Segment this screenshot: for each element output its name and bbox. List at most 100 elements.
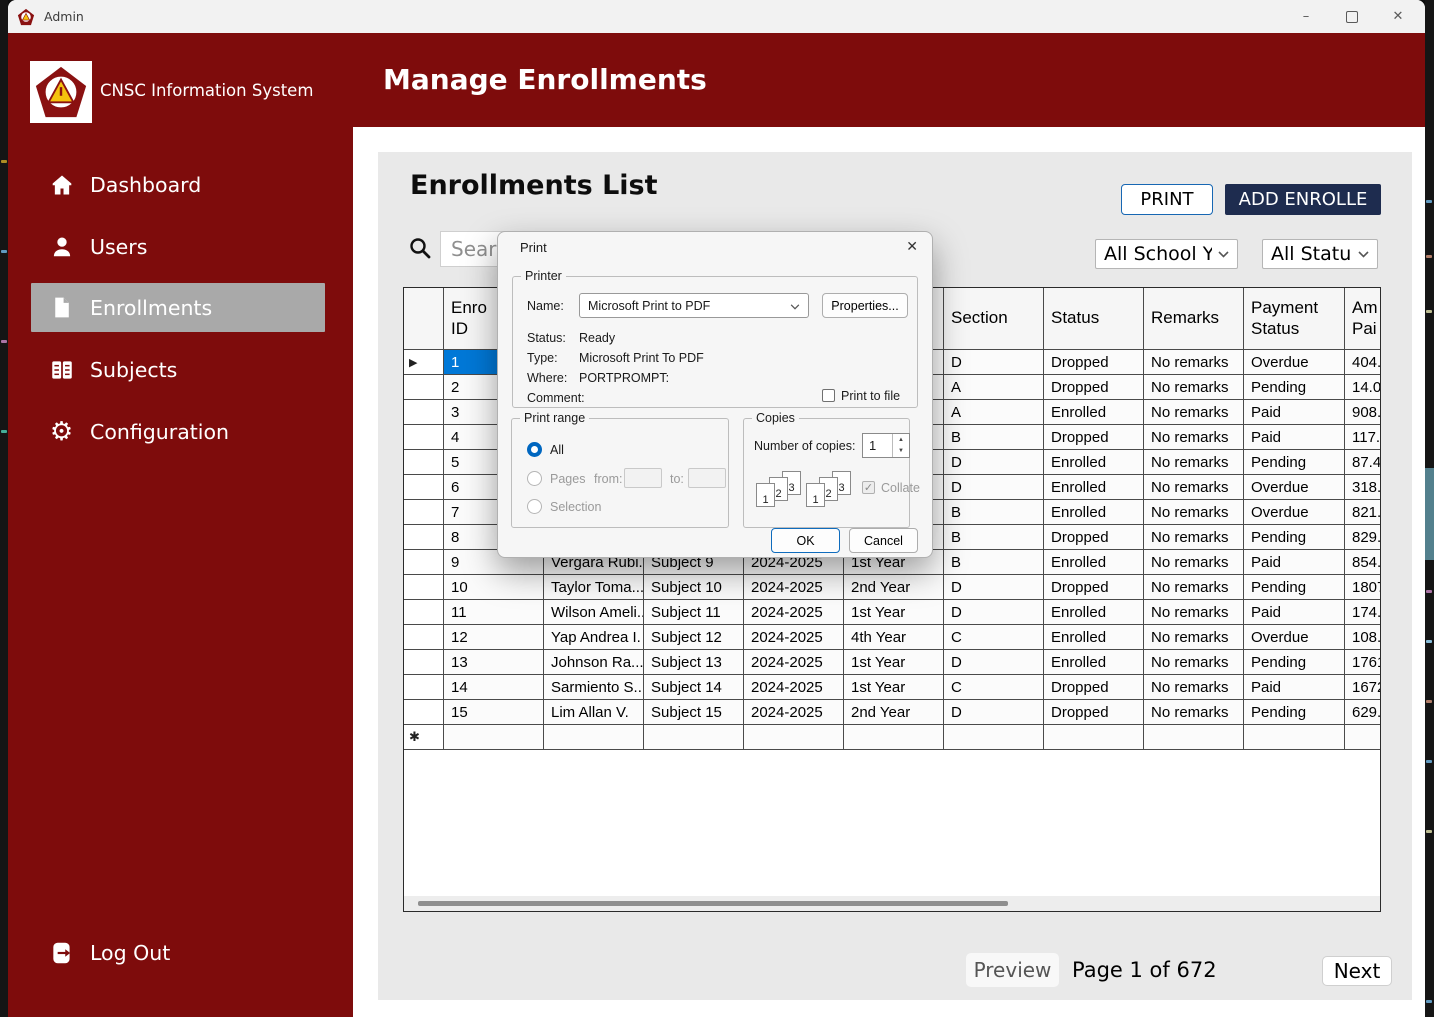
- table-cell[interactable]: Paid: [1244, 675, 1345, 700]
- table-cell[interactable]: 10: [444, 575, 544, 600]
- dialog-close-icon[interactable]: ✕: [906, 238, 918, 255]
- row-header[interactable]: [404, 650, 444, 675]
- table-cell[interactable]: Subject 13: [644, 650, 744, 675]
- table-cell[interactable]: Dropped: [1044, 525, 1144, 550]
- print-to-file-checkbox[interactable]: [822, 389, 835, 402]
- table-cell[interactable]: Wilson Ameli...: [544, 600, 644, 625]
- table-cell[interactable]: No remarks: [1144, 450, 1244, 475]
- table-cell[interactable]: 1672: [1345, 675, 1380, 700]
- table-cell[interactable]: No remarks: [1144, 625, 1244, 650]
- table-cell[interactable]: 13: [444, 650, 544, 675]
- table-cell[interactable]: No remarks: [1144, 525, 1244, 550]
- table-cell[interactable]: Dropped: [1044, 575, 1144, 600]
- table-cell[interactable]: Taylor Toma...: [544, 575, 644, 600]
- table-cell[interactable]: 15: [444, 700, 544, 725]
- table-cell[interactable]: Dropped: [1044, 350, 1144, 375]
- table-cell[interactable]: Overdue: [1244, 500, 1345, 525]
- table-cell[interactable]: Pending: [1244, 450, 1345, 475]
- ok-button[interactable]: OK: [771, 528, 840, 553]
- table-cell[interactable]: Dropped: [1044, 375, 1144, 400]
- table-cell[interactable]: [1044, 725, 1144, 750]
- table-cell[interactable]: 4th Year: [844, 625, 944, 650]
- table-cell[interactable]: Pending: [1244, 700, 1345, 725]
- table-cell[interactable]: 2024-2025: [744, 600, 844, 625]
- printer-name-select[interactable]: Microsoft Print to PDF: [579, 293, 809, 318]
- collate-checkbox[interactable]: ✓: [862, 481, 875, 494]
- table-row[interactable]: 14 Sarmiento S... Subject 14 2024-2025 1st Y…: [404, 675, 1380, 700]
- table-cell[interactable]: A: [944, 400, 1044, 425]
- column-header[interactable]: Section: [944, 288, 1044, 350]
- minimize-button[interactable]: –: [1283, 0, 1329, 33]
- table-cell[interactable]: D: [944, 575, 1044, 600]
- table-cell[interactable]: Enrolled: [1044, 450, 1144, 475]
- table-cell[interactable]: 11: [444, 600, 544, 625]
- range-to-input[interactable]: [688, 468, 726, 488]
- table-cell[interactable]: Enrolled: [1044, 475, 1144, 500]
- table-cell[interactable]: D: [944, 700, 1044, 725]
- row-header[interactable]: [404, 625, 444, 650]
- table-cell[interactable]: Johnson Ra...: [544, 650, 644, 675]
- row-header[interactable]: [404, 475, 444, 500]
- school-year-filter[interactable]: All School Ye: [1095, 239, 1238, 269]
- table-cell[interactable]: 1761: [1345, 650, 1380, 675]
- table-row[interactable]: 13 Johnson Ra... Subject 13 2024-2025 1st Ye…: [404, 650, 1380, 675]
- table-cell[interactable]: No remarks: [1144, 650, 1244, 675]
- table-cell[interactable]: 629.2: [1345, 700, 1380, 725]
- column-header[interactable]: Remarks: [1144, 288, 1244, 350]
- row-header[interactable]: [404, 500, 444, 525]
- cancel-button[interactable]: Cancel: [849, 528, 918, 553]
- table-cell[interactable]: A: [944, 375, 1044, 400]
- table-cell[interactable]: No remarks: [1144, 500, 1244, 525]
- table-cell[interactable]: No remarks: [1144, 475, 1244, 500]
- table-cell[interactable]: 174.8: [1345, 600, 1380, 625]
- table-cell[interactable]: 2024-2025: [744, 675, 844, 700]
- table-cell[interactable]: Dropped: [1044, 675, 1144, 700]
- table-cell[interactable]: B: [944, 425, 1044, 450]
- maximize-button[interactable]: [1329, 0, 1375, 33]
- row-header[interactable]: [404, 700, 444, 725]
- table-cell[interactable]: 854.8: [1345, 550, 1380, 575]
- table-cell[interactable]: Paid: [1244, 400, 1345, 425]
- row-header[interactable]: [404, 375, 444, 400]
- row-header[interactable]: [404, 550, 444, 575]
- table-cell[interactable]: B: [944, 525, 1044, 550]
- table-cell[interactable]: 1st Year: [844, 675, 944, 700]
- horizontal-scrollbar[interactable]: [404, 896, 1380, 911]
- table-cell[interactable]: 2024-2025: [744, 650, 844, 675]
- table-cell[interactable]: Pending: [1244, 575, 1345, 600]
- row-header[interactable]: [404, 400, 444, 425]
- table-cell[interactable]: Lim Allan V.: [544, 700, 644, 725]
- table-cell[interactable]: Subject 10: [644, 575, 744, 600]
- table-cell[interactable]: 2024-2025: [744, 575, 844, 600]
- table-cell[interactable]: 821.6: [1345, 500, 1380, 525]
- table-cell[interactable]: Enrolled: [1044, 600, 1144, 625]
- table-cell[interactable]: B: [944, 550, 1044, 575]
- sidebar-item-configuration[interactable]: ⚙ Configuration: [8, 407, 353, 456]
- table-cell[interactable]: [1244, 725, 1345, 750]
- table-cell[interactable]: No remarks: [1144, 425, 1244, 450]
- table-cell[interactable]: Overdue: [1244, 475, 1345, 500]
- copies-stepper[interactable]: 1 ▲ ▼: [862, 433, 910, 458]
- range-selection-radio[interactable]: [527, 499, 542, 514]
- preview-button[interactable]: Preview: [966, 953, 1059, 987]
- status-filter[interactable]: All Status: [1262, 239, 1378, 269]
- table-cell[interactable]: Paid: [1244, 600, 1345, 625]
- table-cell[interactable]: Overdue: [1244, 350, 1345, 375]
- close-button[interactable]: ✕: [1375, 0, 1421, 33]
- table-cell[interactable]: No remarks: [1144, 600, 1244, 625]
- range-all-radio[interactable]: [527, 442, 542, 457]
- table-cell[interactable]: No remarks: [1144, 700, 1244, 725]
- table-cell[interactable]: Subject 11: [644, 600, 744, 625]
- table-cell[interactable]: D: [944, 475, 1044, 500]
- sidebar-item-subjects[interactable]: Subjects: [8, 345, 353, 394]
- table-cell[interactable]: 318.2: [1345, 475, 1380, 500]
- next-button[interactable]: Next: [1322, 956, 1392, 986]
- table-cell[interactable]: Subject 12: [644, 625, 744, 650]
- table-cell[interactable]: Paid: [1244, 425, 1345, 450]
- new-row[interactable]: ✱: [404, 725, 1380, 750]
- table-cell[interactable]: [644, 725, 744, 750]
- table-cell[interactable]: C: [944, 675, 1044, 700]
- sidebar-item-logout[interactable]: Log Out: [8, 928, 353, 977]
- table-cell[interactable]: Enrolled: [1044, 500, 1144, 525]
- sidebar-item-users[interactable]: Users: [8, 222, 353, 271]
